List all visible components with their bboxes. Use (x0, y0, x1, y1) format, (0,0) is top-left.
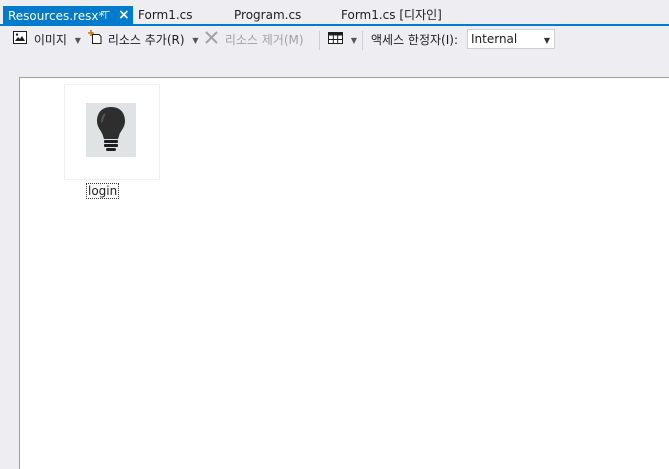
tab-program-cs[interactable]: Program.cs (234, 6, 301, 24)
access-modifier-label: 액세스 한정자(I): (371, 33, 459, 47)
tab-label: Program.cs (234, 8, 302, 22)
remove-resource-label: 리소스 제거(M) (224, 33, 304, 47)
chevron-down-icon: ▼ (192, 36, 199, 45)
images-dropdown-button[interactable]: 이미지 ▼ (13, 27, 81, 54)
toolbar-separator (362, 31, 363, 50)
chevron-down-icon[interactable]: ▼ (544, 36, 550, 45)
access-modifier-select[interactable]: Internal ▼ (467, 29, 555, 49)
close-icon[interactable]: × (118, 6, 130, 24)
toolbar-separator (319, 31, 320, 50)
pin-icon[interactable]: ⊤ (101, 7, 111, 25)
chevron-down-icon: ▼ (350, 36, 357, 45)
tab-form1-cs[interactable]: Form1.cs (138, 6, 193, 24)
grid-view-icon (328, 27, 343, 54)
resource-view-panel: login (19, 77, 669, 469)
add-resource-icon (88, 27, 102, 54)
access-modifier-value: Internal (471, 32, 518, 46)
tab-label: Form1.cs (138, 8, 193, 22)
add-resource-button[interactable]: 리소스 추가(R) ▼ (88, 27, 199, 54)
tab-label: Resources.resx* (8, 9, 105, 23)
lightbulb-icon (86, 103, 136, 157)
document-tab-strip: Resources.resx* ⊤ × Form1.cs Program.cs … (0, 0, 669, 26)
chevron-down-icon: ▼ (74, 36, 81, 45)
resource-name-label[interactable]: login (86, 183, 120, 199)
tab-strip-accent-line (0, 24, 669, 26)
view-dropdown-button[interactable]: ▼ (328, 27, 357, 54)
add-resource-label: 리소스 추가(R) (107, 33, 185, 47)
tab-resources-resx[interactable]: Resources.resx* ⊤ × (3, 6, 133, 26)
tab-form1-designer[interactable]: Form1.cs [디자인] (341, 6, 442, 24)
resource-item[interactable]: login (64, 84, 160, 204)
image-icon (13, 27, 27, 54)
images-label: 이미지 (33, 33, 67, 47)
remove-resource-button[interactable]: 리소스 제거(M) (205, 27, 304, 54)
resource-toolbar: 이미지 ▼ 리소스 추가(R) ▼ 리소스 제거(M) ▼ 액세스 한정자(I)… (0, 27, 669, 54)
resource-thumbnail-frame (64, 84, 160, 180)
tab-label: Form1.cs [디자인] (341, 8, 442, 22)
delete-icon (205, 27, 218, 54)
